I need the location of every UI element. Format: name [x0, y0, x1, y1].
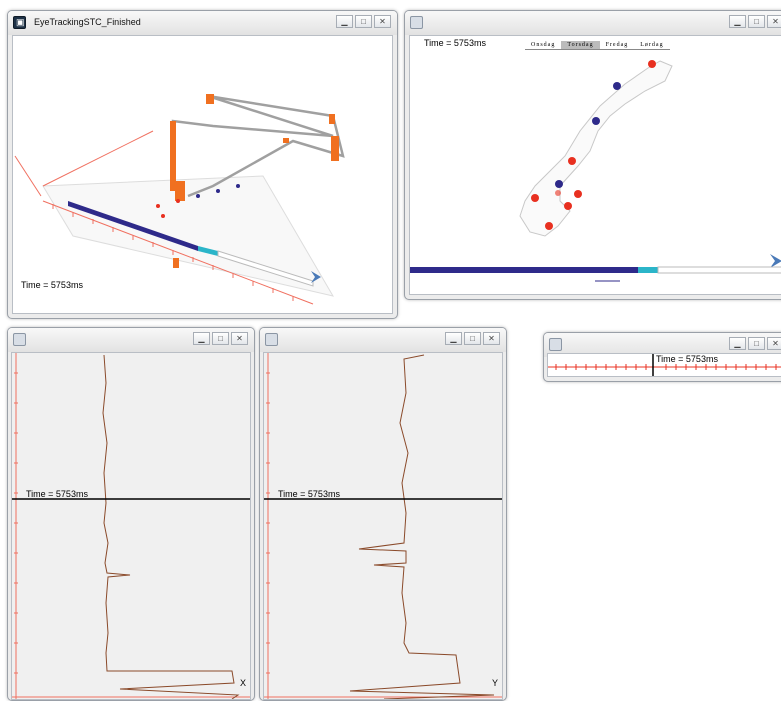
app-icon: [549, 338, 562, 351]
maximize-icon[interactable]: □: [212, 332, 229, 345]
close-icon[interactable]: ✕: [374, 15, 391, 28]
app-icon: [13, 333, 26, 346]
ruler-back: [42, 130, 154, 187]
time-label: Time = 5753ms: [278, 489, 340, 499]
close-icon[interactable]: ✕: [767, 337, 781, 350]
map-canvas[interactable]: Time = 5753ms Onsdag Torsdag Fredag Lørd…: [409, 35, 781, 295]
y-axis-label: Y: [492, 678, 499, 688]
map-window: ▁ □ ✕ Time = 5753ms Onsdag Torsdag Freda…: [404, 10, 781, 300]
app-icon: ▣: [13, 16, 26, 29]
minimize-icon[interactable]: ▁: [336, 15, 353, 28]
ruler-left: [14, 155, 42, 197]
y-gaze-trace: [349, 354, 495, 699]
map-titlebar[interactable]: ▁ □ ✕: [405, 11, 781, 35]
close-icon[interactable]: ✕: [767, 15, 781, 28]
maximize-icon[interactable]: □: [464, 332, 481, 345]
timeline-window: ▁ □ ✕ Time = 5753ms: [543, 332, 781, 382]
time-label: Time = 5753ms: [656, 354, 718, 364]
maximize-icon[interactable]: □: [748, 337, 765, 350]
map-timeline: [410, 266, 781, 274]
window-title: EyeTrackingSTC_Finished: [34, 17, 141, 27]
close-icon[interactable]: ✕: [231, 332, 248, 345]
stc-canvas[interactable]: Time = 5753ms: [12, 35, 393, 314]
app-icon: [265, 333, 278, 346]
maximize-icon[interactable]: □: [748, 15, 765, 28]
minimize-icon[interactable]: ▁: [729, 15, 746, 28]
x-plot-titlebar[interactable]: ▁ □ ✕: [8, 328, 254, 352]
time-label: Time = 5753ms: [26, 489, 88, 499]
maximize-icon[interactable]: □: [355, 15, 372, 28]
navigation-arrow-icon: [770, 254, 781, 268]
stc-titlebar[interactable]: ▣ EyeTrackingSTC_Finished ▁ □ ✕: [8, 11, 397, 35]
x-gaze-trace: [102, 354, 240, 699]
minimize-icon[interactable]: ▁: [445, 332, 462, 345]
close-icon[interactable]: ✕: [483, 332, 500, 345]
x-axis-label: X: [240, 678, 247, 688]
x-plot-window: ▁ □ ✕ Time = 5753ms X: [7, 327, 255, 701]
stc-window: ▣ EyeTrackingSTC_Finished ▁ □ ✕ Time = 5…: [7, 10, 398, 319]
y-plot-titlebar[interactable]: ▁ □ ✕: [260, 328, 506, 352]
y-plot-window: ▁ □ ✕ Time = 5753ms Y: [259, 327, 507, 701]
minimize-icon[interactable]: ▁: [729, 337, 746, 350]
norway-outline: [519, 60, 673, 237]
timeline-canvas[interactable]: Time = 5753ms: [547, 353, 781, 377]
time-label: Time = 5753ms: [21, 280, 83, 290]
y-plot-canvas[interactable]: Time = 5753ms Y: [263, 352, 503, 700]
x-plot-canvas[interactable]: Time = 5753ms X: [11, 352, 251, 700]
app-icon: [410, 16, 423, 29]
minimize-icon[interactable]: ▁: [193, 332, 210, 345]
